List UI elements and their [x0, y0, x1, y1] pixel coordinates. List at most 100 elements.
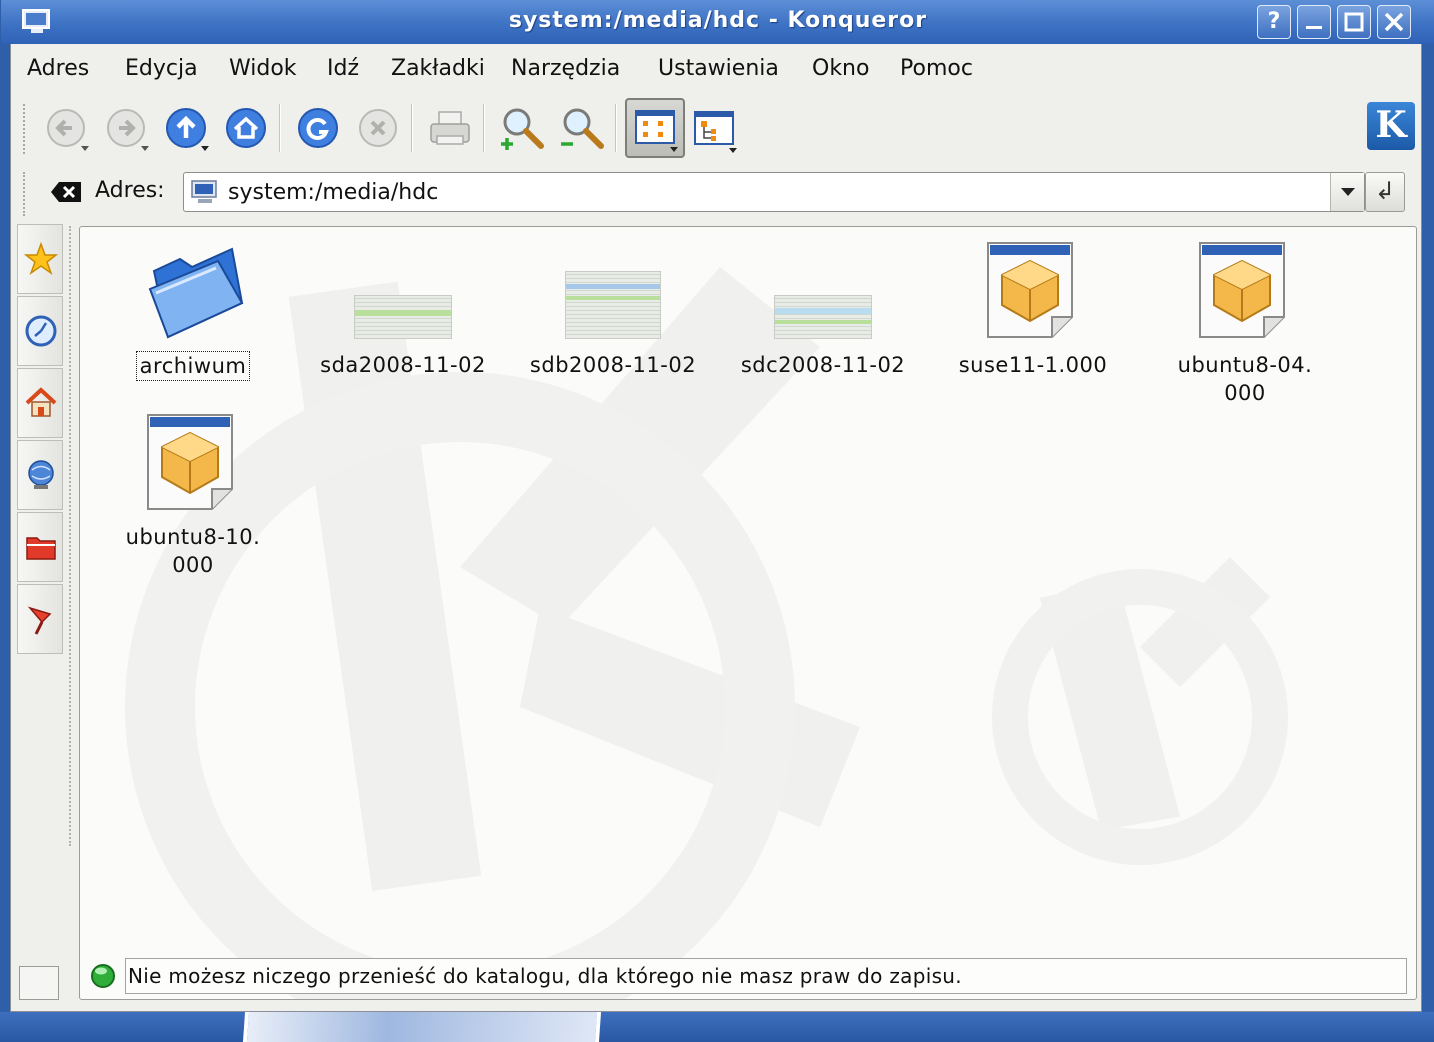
clear-location-icon[interactable] — [49, 180, 83, 204]
file-item-iconbox — [928, 239, 1138, 347]
network-icon — [28, 460, 54, 489]
print-icon — [430, 111, 470, 145]
desktop-wallpaper-shape — [242, 1012, 602, 1042]
file-label: archiwum — [135, 351, 251, 381]
file-label: suse11-1.000 — [958, 353, 1108, 377]
bookmarks-icon — [24, 242, 58, 275]
back-button[interactable] — [39, 102, 93, 156]
file-item-ubuntu8-04-000[interactable]: ubuntu8-04. 000 — [1140, 239, 1350, 407]
sidebar-history-button[interactable] — [17, 296, 63, 366]
forward-button[interactable] — [99, 102, 153, 156]
location-grip[interactable] — [23, 172, 27, 216]
file-item-suse11-1-000[interactable]: suse11-1.000 — [928, 239, 1138, 379]
desktop-background — [0, 1012, 1434, 1042]
close-button[interactable] — [1377, 5, 1411, 39]
file-item-sda2008-11-02[interactable]: sda2008-11-02 — [298, 239, 508, 379]
status-message: Nie możesz niczego przenieść do katalogu… — [125, 958, 1407, 994]
kde-logo[interactable]: K — [1367, 102, 1415, 150]
location-input[interactable]: system:/media/hdc — [228, 180, 438, 205]
menu-pomoc[interactable]: Pomoc — [900, 56, 973, 81]
file-item-iconbox — [88, 239, 298, 347]
sidebar-bookmarks-button[interactable] — [17, 224, 63, 294]
menu-edycja[interactable]: Edycja — [125, 56, 198, 81]
menu-narzedzia[interactable]: Narzędzia — [511, 56, 620, 81]
file-item-ubuntu8-10-000[interactable]: ubuntu8-10. 000 — [88, 411, 298, 579]
status-bar: Nie możesz niczego przenieść do katalogu… — [87, 958, 1407, 994]
back-icon — [47, 109, 89, 151]
file-item-iconbox — [508, 239, 718, 347]
file-item-iconbox — [298, 239, 508, 347]
file-item-archiwum[interactable]: archiwum — [88, 239, 298, 381]
sidebar-resize-handle[interactable] — [69, 226, 73, 846]
computer-icon — [191, 180, 217, 203]
menu-okno[interactable]: Okno — [812, 56, 869, 81]
sidebar-toggle-button[interactable] — [19, 966, 59, 1000]
navigation-sidebar-tabs — [17, 224, 65, 660]
thumbnail-band — [566, 296, 660, 300]
toolbar-separator — [279, 104, 281, 152]
toolbar-grip[interactable] — [23, 104, 27, 154]
status-led-icon — [91, 964, 115, 988]
file-item-sdc2008-11-02[interactable]: sdc2008-11-02 — [718, 239, 928, 379]
history-icon — [25, 315, 57, 347]
zoom-out-button[interactable] — [555, 102, 609, 156]
print-button[interactable] — [423, 102, 477, 156]
main-toolbar: K — [11, 94, 1421, 164]
file-label: ubuntu8-10. 000 — [123, 523, 264, 579]
file-label-line1: ubuntu8-10. — [125, 525, 261, 549]
up-icon — [166, 108, 209, 151]
spreadsheet-thumbnail-icon — [774, 295, 872, 339]
help-button[interactable]: ? — [1257, 5, 1291, 39]
thumbnail-band — [775, 308, 871, 314]
folder-icon — [148, 247, 244, 339]
title-bar[interactable]: system:/media/hdc - Konqueror ? — [1, 0, 1434, 44]
menu-adres[interactable]: Adres — [27, 56, 89, 81]
menu-widok[interactable]: Widok — [229, 56, 297, 81]
sidebar-services-button[interactable] — [17, 584, 63, 654]
stop-icon — [359, 109, 397, 147]
minimize-button[interactable] — [1297, 5, 1331, 39]
location-combobox[interactable]: system:/media/hdc — [183, 172, 1365, 212]
file-icon-view[interactable]: archiwum sda2008-11-02 sdb2008-11-02 sdc… — [79, 226, 1417, 1000]
home-folder-icon — [25, 387, 57, 417]
file-label-line1: ubuntu8-04. — [1177, 353, 1313, 377]
reload-button[interactable] — [291, 102, 345, 156]
file-label-line2: 000 — [1224, 381, 1266, 405]
maximize-button[interactable] — [1337, 5, 1371, 39]
window-title: system:/media/hdc - Konqueror — [508, 8, 928, 33]
icon-view-button[interactable] — [625, 98, 685, 158]
toolbar-separator — [483, 104, 485, 152]
sidebar-root-button[interactable] — [17, 512, 63, 582]
toolbar-separator — [615, 104, 617, 152]
go-button[interactable]: ↲ — [1365, 172, 1405, 212]
sidebar-home-button[interactable] — [17, 368, 63, 438]
home-icon — [226, 108, 266, 148]
file-label-line2: 000 — [172, 553, 214, 577]
menu-zakladki[interactable]: Zakładki — [391, 56, 485, 81]
location-dropdown-button[interactable] — [1330, 173, 1364, 211]
menu-ustawienia[interactable]: Ustawienia — [658, 56, 779, 81]
sidebar-network-button[interactable] — [17, 440, 63, 510]
file-item-iconbox — [88, 411, 298, 519]
package-file-icon — [1199, 242, 1285, 338]
zoom-in-button[interactable] — [495, 102, 549, 156]
up-button[interactable] — [159, 102, 213, 156]
file-item-sdb2008-11-02[interactable]: sdb2008-11-02 — [508, 239, 718, 379]
icon-view-icon — [635, 110, 678, 152]
reload-icon — [298, 108, 338, 148]
home-button[interactable] — [219, 102, 273, 156]
stop-button[interactable] — [351, 102, 405, 156]
forward-icon — [107, 109, 149, 151]
zoom-out-icon — [561, 108, 604, 149]
tree-view-button[interactable] — [687, 102, 741, 156]
spreadsheet-thumbnail-icon — [354, 295, 452, 339]
chevron-down-icon — [1341, 188, 1355, 196]
spreadsheet-thumbnail-icon — [565, 271, 661, 339]
file-label: sdb2008-11-02 — [529, 353, 697, 377]
menu-idz[interactable]: Idź — [327, 56, 359, 81]
file-label: sda2008-11-02 — [320, 353, 486, 377]
toolbar-separator — [411, 104, 413, 152]
menu-bar: Adres Edycja Widok Idź Zakładki Narzędzi… — [11, 44, 1421, 94]
close-icon — [1384, 12, 1404, 32]
file-label: sdc2008-11-02 — [740, 353, 906, 377]
